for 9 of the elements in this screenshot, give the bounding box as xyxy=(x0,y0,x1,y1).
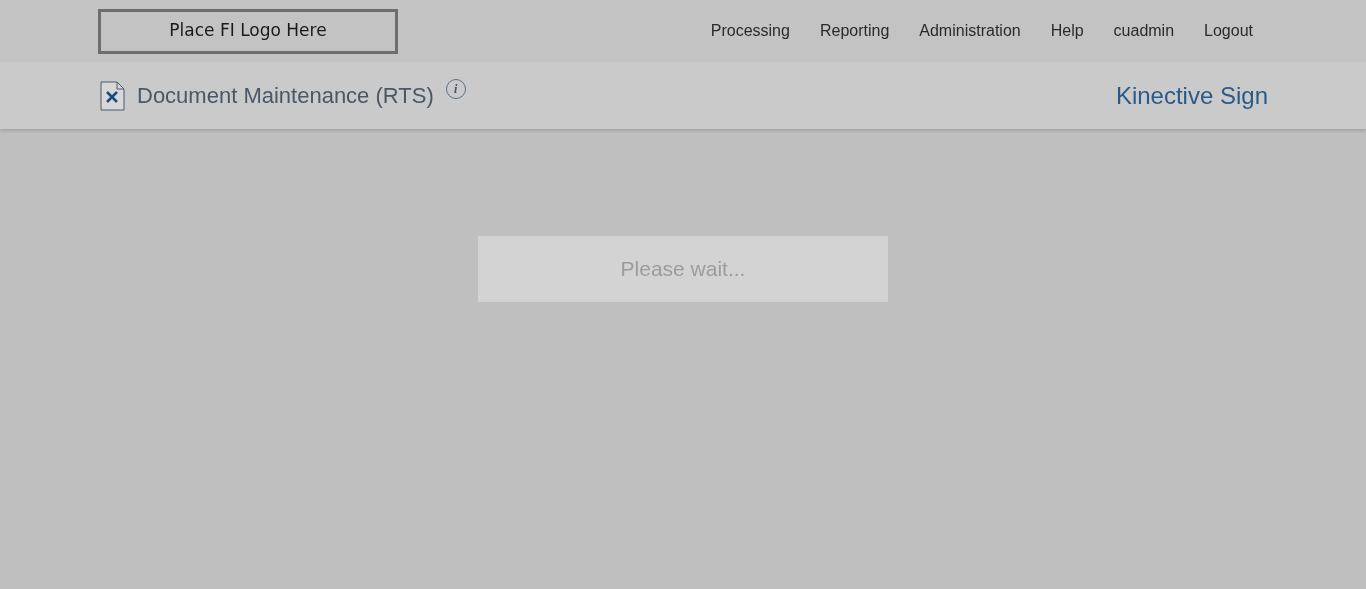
product-name: Kinective Sign xyxy=(1115,80,1268,111)
logo-placeholder-text: Place FI Logo Here xyxy=(169,19,327,43)
nav-link[interactable]: Processing xyxy=(710,19,790,43)
nav-link[interactable]: Administration xyxy=(919,19,1021,43)
page-title: Document Maintenance (RTS) xyxy=(137,82,434,110)
nav-link[interactable]: Logout xyxy=(1204,19,1253,43)
nav-link[interactable]: Reporting xyxy=(819,19,890,43)
nav-link[interactable]: cuadmin xyxy=(1113,19,1175,43)
nav-link[interactable]: Help xyxy=(1050,19,1084,43)
